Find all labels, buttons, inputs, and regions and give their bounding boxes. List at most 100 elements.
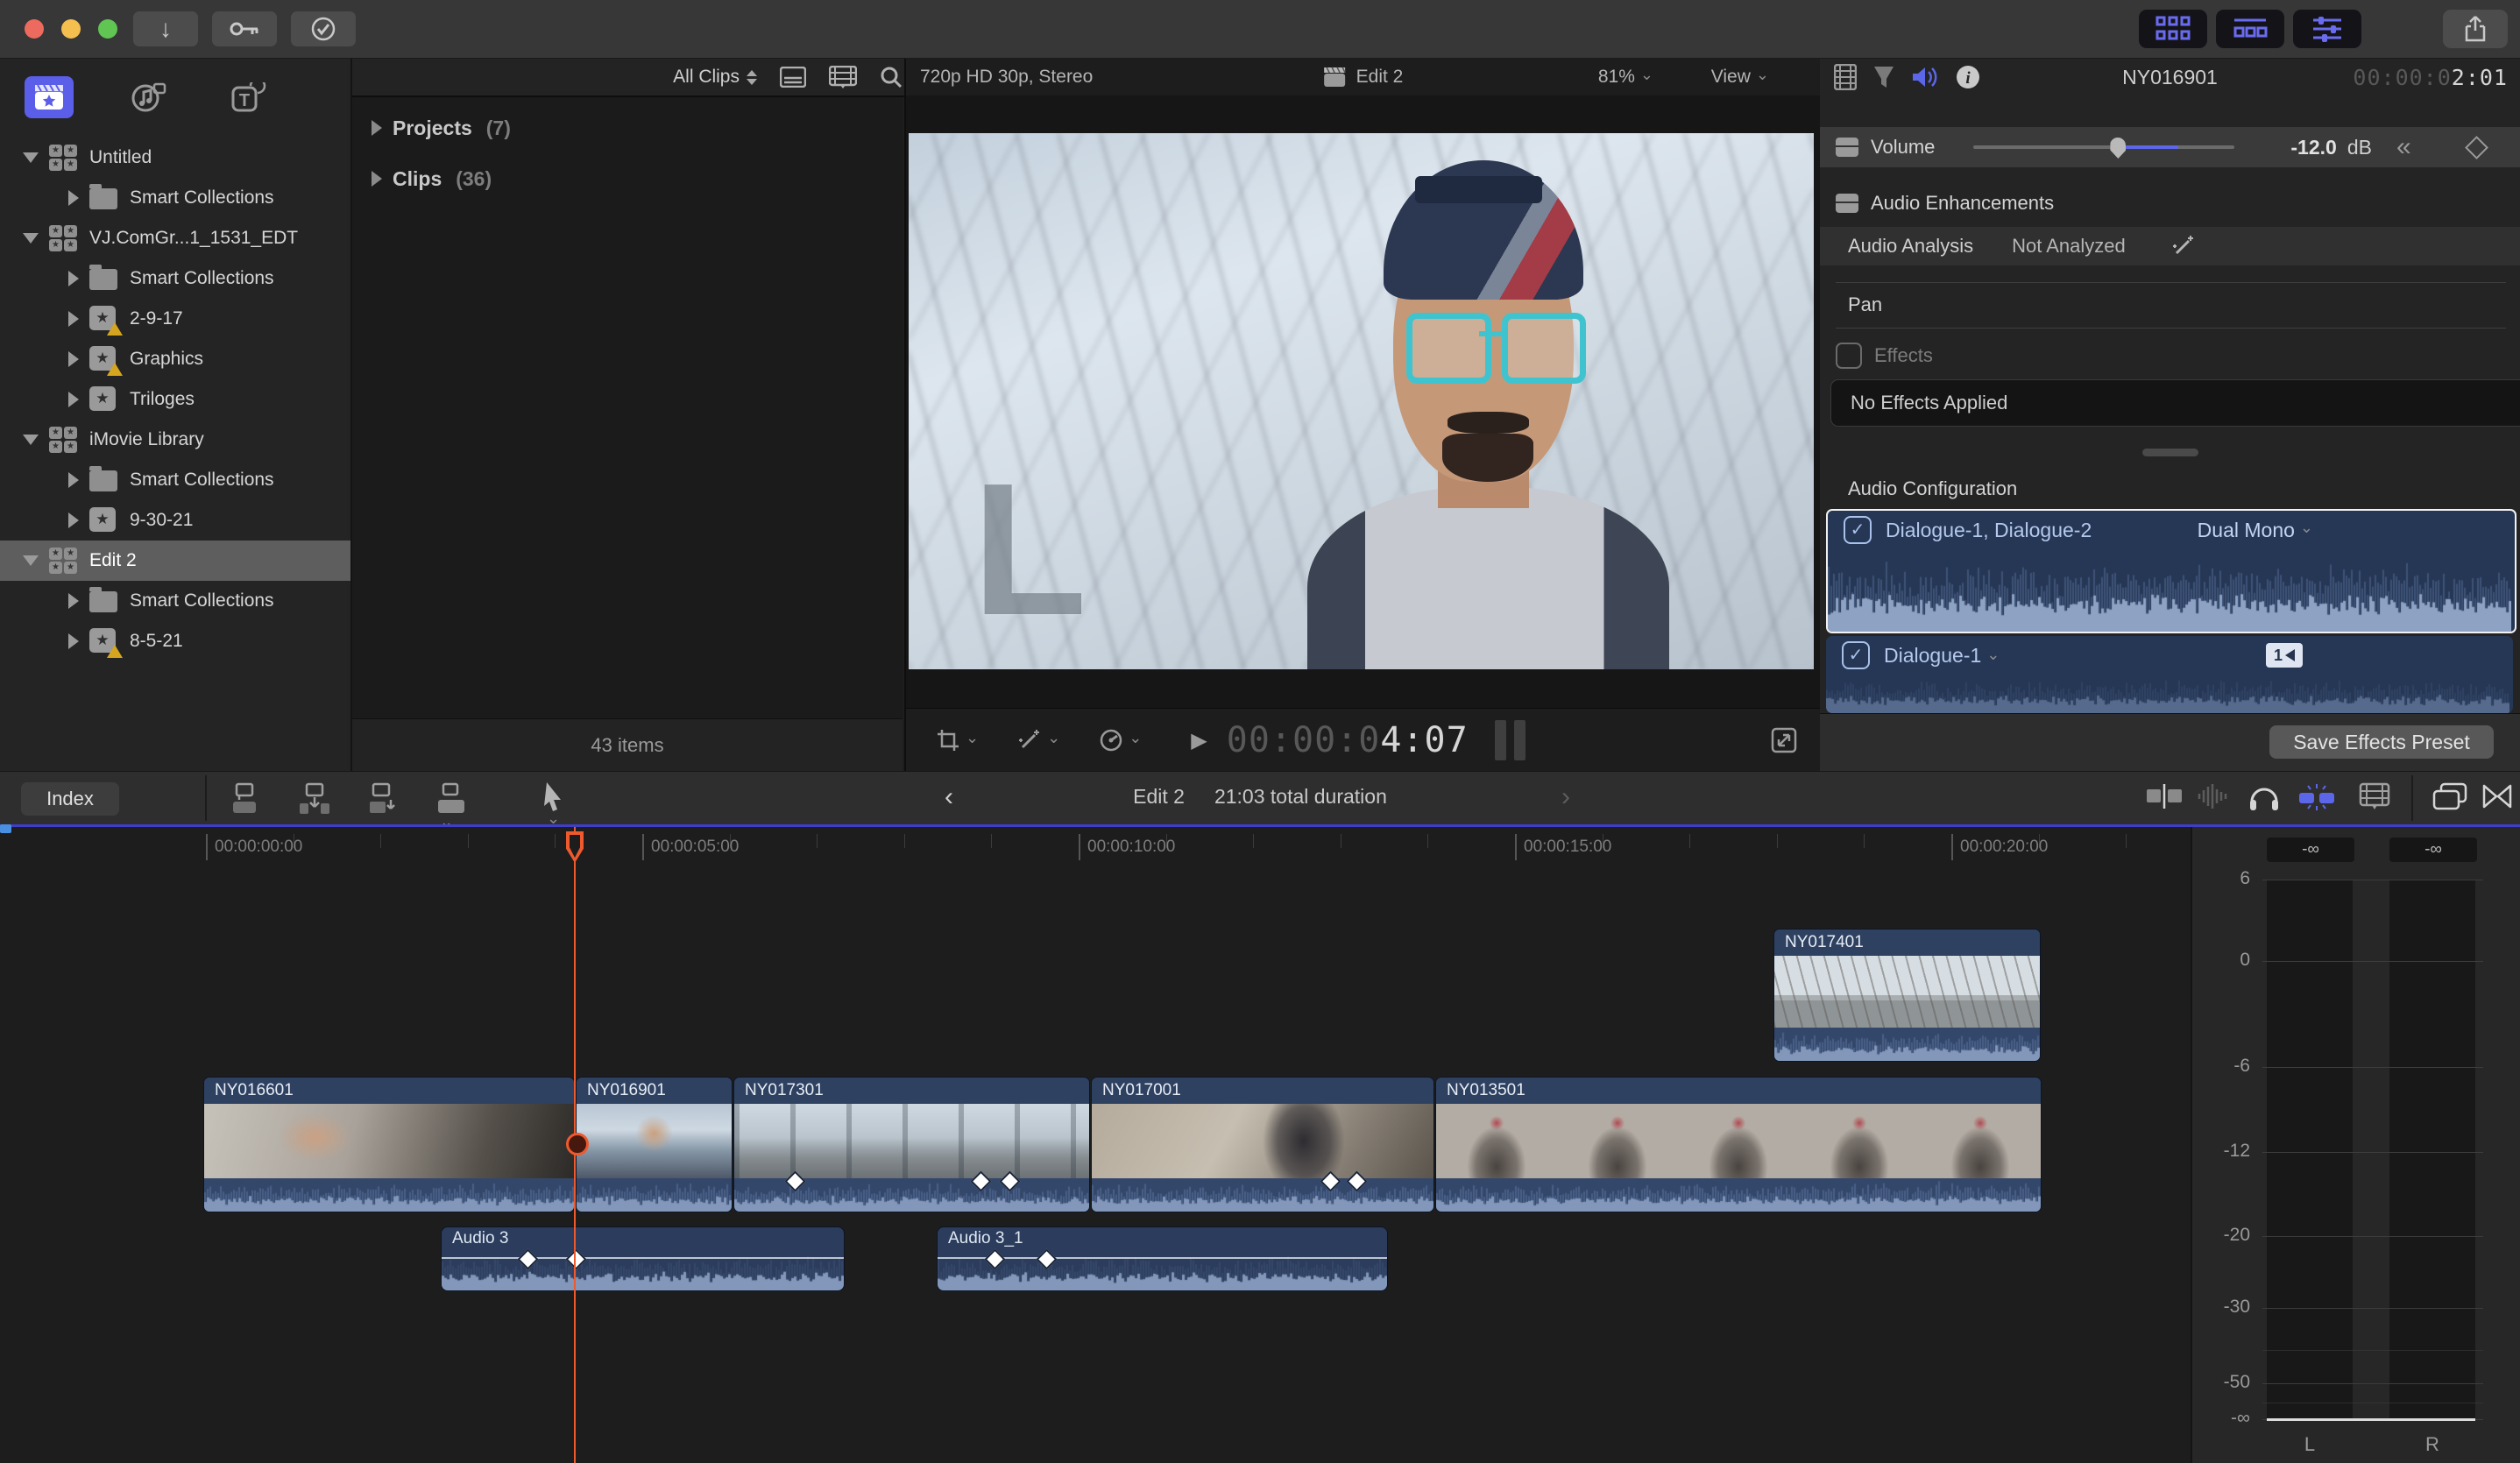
timeline-clip-ny013501[interactable]: NY013501 (1436, 1078, 2041, 1212)
snapping-icon[interactable] (2297, 782, 2336, 812)
sidebar-item-untitled[interactable]: ★★★★Untitled (0, 138, 350, 178)
timeline-panel[interactable]: 00:00:00:0000:00:05:0000:00:10:0000:00:1… (0, 824, 2520, 1463)
playhead-knob[interactable] (566, 1133, 589, 1156)
viewer-view-dropdown[interactable]: View (1711, 67, 1769, 88)
volume-line[interactable] (442, 1257, 844, 1259)
disclosure-triangle-icon[interactable] (372, 120, 382, 136)
secondary-displays-icon[interactable] (2432, 782, 2467, 810)
timeline-clip-ny016901[interactable]: NY016901 (577, 1078, 732, 1212)
clip-marker[interactable] (0, 824, 11, 833)
background-tasks-button[interactable] (291, 11, 356, 46)
index-button[interactable]: Index (21, 782, 119, 816)
sidebar-item-2-9-17[interactable]: ★2-9-17 (0, 299, 350, 339)
volume-value[interactable]: -12.0 (2290, 136, 2336, 159)
clip-filter-dropdown[interactable]: All Clips (673, 67, 757, 88)
trim-tool-icon[interactable] (2145, 782, 2184, 810)
crop-tool-dropdown[interactable] (936, 728, 979, 753)
disclosure-triangle-icon[interactable] (23, 555, 39, 566)
audio-inspector-icon[interactable] (1911, 65, 1939, 89)
audio-skimming-icon[interactable] (2196, 782, 2231, 810)
disclosure-triangle-icon[interactable] (68, 593, 79, 609)
zoom-window-button[interactable] (98, 19, 117, 39)
timeline-clip-ny016601[interactable]: NY016601 (204, 1078, 574, 1212)
timeline-clip-ny017001[interactable]: NY017001 (1092, 1078, 1433, 1212)
sidebar-item-triloges[interactable]: ★Triloges (0, 379, 350, 420)
section-toggle-icon[interactable] (1836, 194, 1858, 213)
disclosure-triangle-icon[interactable] (23, 435, 39, 445)
tab-library-clapper[interactable] (25, 76, 74, 118)
timeline-back-nav[interactable]: ‹ (945, 782, 953, 812)
color-inspector-icon[interactable] (1872, 65, 1895, 89)
disclosure-triangle-icon[interactable] (68, 311, 79, 327)
sidebar-item-edit-2[interactable]: ★★★★Edit 2 (0, 541, 350, 581)
disclosure-triangle-icon[interactable] (372, 171, 382, 187)
list-view-icon[interactable] (780, 67, 806, 88)
fullscreen-icon[interactable] (1771, 727, 1797, 753)
play-button[interactable]: ▶ (1191, 728, 1207, 753)
info-inspector-icon[interactable]: i (1955, 64, 1981, 90)
tab-photos-audio[interactable] (124, 76, 173, 118)
audio-component-row[interactable]: ✓ Dialogue-1, Dialogue-2 Dual Mono (1826, 509, 2516, 633)
sidebar-item-smart-collections[interactable]: Smart Collections (0, 460, 350, 500)
browser-section-clips[interactable]: Clips (36) (352, 153, 903, 204)
sidebar-item-imovie-library[interactable]: ★★★★iMovie Library (0, 420, 350, 460)
search-icon[interactable] (880, 66, 903, 88)
volume-slider[interactable] (1973, 145, 2234, 149)
keyframe-diamond-icon[interactable] (2465, 136, 2488, 159)
audio-clip-audio-3[interactable]: Audio 3 (442, 1227, 844, 1290)
insert-edit-icon[interactable] (298, 782, 333, 816)
connect-edit-icon[interactable] (230, 782, 265, 816)
disclosure-triangle-icon[interactable] (68, 271, 79, 286)
sidebar-item-smart-collections[interactable]: Smart Collections (0, 258, 350, 299)
enhancements-dropdown[interactable] (1017, 728, 1060, 753)
effects-checkbox[interactable] (1836, 343, 1862, 369)
append-edit-icon[interactable] (366, 782, 401, 816)
sidebar-item-graphics[interactable]: ★Graphics (0, 339, 350, 379)
keywords-button[interactable] (212, 11, 277, 46)
viewer-zoom-dropdown[interactable]: 81% (1598, 67, 1653, 88)
disclosure-triangle-icon[interactable] (68, 472, 79, 488)
audio-component-row[interactable]: ✓ Dialogue-1 1 (1826, 636, 2513, 713)
video-inspector-icon[interactable] (1834, 64, 1857, 90)
bowtie-transition-icon[interactable] (2481, 782, 2513, 810)
solo-headphones-icon[interactable] (2248, 782, 2280, 812)
sidebar-item-8-5-21[interactable]: ★8-5-21 (0, 621, 350, 661)
component-checkbox[interactable]: ✓ (1844, 516, 1872, 544)
volume-slider-thumb[interactable] (2110, 138, 2126, 159)
timeline-clip-ny017301[interactable]: NY017301 (734, 1078, 1089, 1212)
disclosure-triangle-icon[interactable] (23, 152, 39, 163)
timeline-forward-nav[interactable]: › (1561, 782, 1570, 812)
minimize-window-button[interactable] (61, 19, 81, 39)
show-browser-button[interactable] (2139, 10, 2207, 48)
browser-section-projects[interactable]: Projects (7) (352, 102, 903, 153)
disclosure-triangle-icon[interactable] (68, 190, 79, 206)
channel-mode-dropdown[interactable]: Dual Mono (2198, 519, 2313, 542)
pane-resize-handle[interactable] (2142, 449, 2198, 456)
save-effects-preset-button[interactable]: Save Effects Preset (2269, 725, 2494, 759)
reset-icon[interactable]: « (2396, 132, 2411, 162)
magic-wand-icon[interactable] (2171, 234, 2196, 258)
audio-clip-audio-3_1[interactable]: Audio 3_1 (938, 1227, 1387, 1290)
sidebar-item-smart-collections[interactable]: Smart Collections (0, 581, 350, 621)
show-timeline-button[interactable] (2216, 10, 2284, 48)
select-tool-dropdown[interactable] (542, 781, 566, 830)
filmstrip-view-icon[interactable] (829, 66, 857, 88)
component-label-dropdown[interactable]: Dialogue-1 (1884, 644, 2000, 668)
mini-audio-meters[interactable] (1495, 720, 1525, 760)
disclosure-triangle-icon[interactable] (68, 392, 79, 407)
sidebar-item-vj-comgr-1-1531-edt[interactable]: ★★★★VJ.ComGr...1_1531_EDT (0, 218, 350, 258)
disclosure-triangle-icon[interactable] (68, 633, 79, 649)
disclosure-triangle-icon[interactable] (23, 233, 39, 244)
disclosure-triangle-icon[interactable] (68, 512, 79, 528)
show-inspector-button[interactable] (2293, 10, 2361, 48)
connected-clip-ny017401[interactable]: NY017401 (1774, 929, 2040, 1061)
disclosure-triangle-icon[interactable] (68, 351, 79, 367)
retime-dropdown[interactable] (1099, 728, 1142, 753)
close-window-button[interactable] (25, 19, 44, 39)
sidebar-item-9-30-21[interactable]: ★9-30-21 (0, 500, 350, 541)
share-button[interactable] (2443, 10, 2508, 48)
tab-titles-generators[interactable]: T (224, 76, 273, 118)
clip-appearance-icon[interactable] (2359, 782, 2390, 810)
section-toggle-icon[interactable] (1836, 138, 1858, 157)
sidebar-item-smart-collections[interactable]: Smart Collections (0, 178, 350, 218)
